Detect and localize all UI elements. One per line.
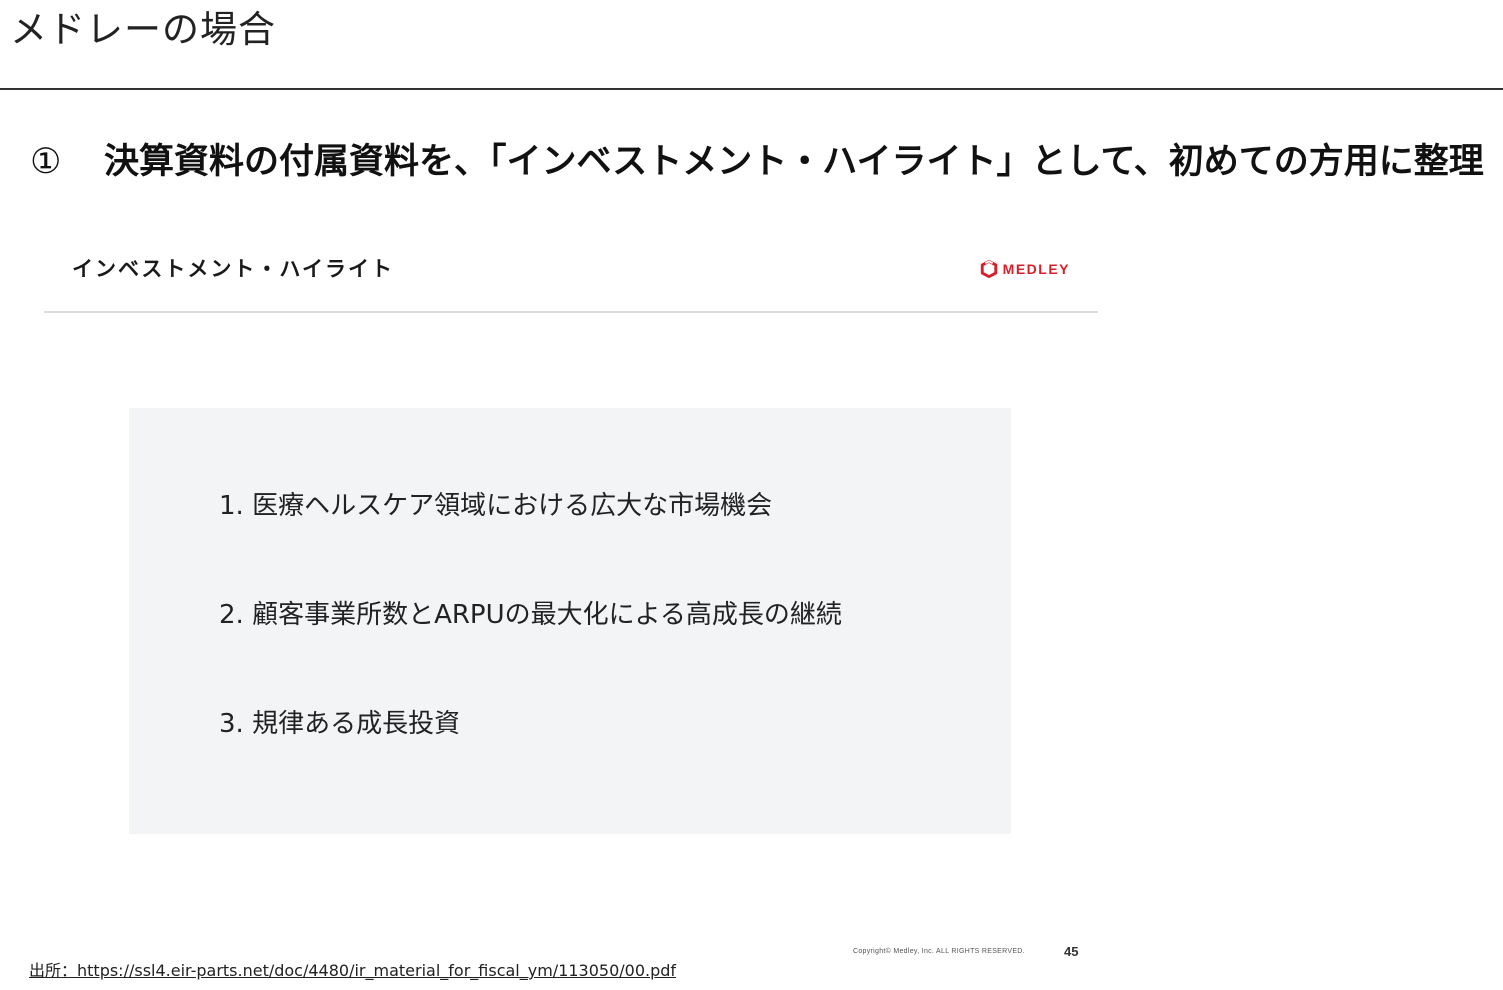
- slide-header-title: インベストメント・ハイライト: [72, 257, 394, 281]
- highlight-item: 3. 規律ある成長投資: [219, 709, 461, 739]
- headline-number: ①: [30, 142, 62, 182]
- highlights-panel: 1. 医療ヘルスケア領域における広大な市場機会 2. 顧客事業所数とARPUの最…: [129, 408, 1011, 834]
- highlights-list: 1. 医療ヘルスケア領域における広大な市場機会 2. 顧客事業所数とARPUの最…: [219, 488, 842, 815]
- medley-logo-icon: [980, 260, 997, 278]
- headline-text: 決算資料の付属資料を、「インベストメント・ハイライト」として、初めての方用に整理: [104, 142, 1484, 182]
- copyright-notice: Copyright© Medley, Inc. ALL RIGHTS RESER…: [853, 948, 1025, 955]
- medley-logo-text: MEDLEY: [1002, 261, 1070, 277]
- highlight-item: 1. 医療ヘルスケア領域における広大な市場機会: [219, 491, 773, 521]
- slide-page-number: 45: [1064, 944, 1079, 959]
- slide-header-divider: [44, 311, 1098, 313]
- highlight-item: 2. 顧客事業所数とARPUの最大化による高成長の継続: [219, 600, 842, 630]
- embedded-slide: インベストメント・ハイライト MEDLEY 1. 医療ヘルスケア領域における広大…: [44, 232, 1098, 972]
- source-link[interactable]: 出所：https://ssl4.eir-parts.net/doc/4480/i…: [29, 959, 676, 983]
- medley-logo: MEDLEY: [980, 260, 1070, 278]
- page-title: メドレーの場合: [10, 8, 276, 51]
- headline: ① 決算資料の付属資料を、「インベストメント・ハイライト」として、初めての方用に整…: [30, 136, 1495, 188]
- title-divider: [0, 88, 1503, 90]
